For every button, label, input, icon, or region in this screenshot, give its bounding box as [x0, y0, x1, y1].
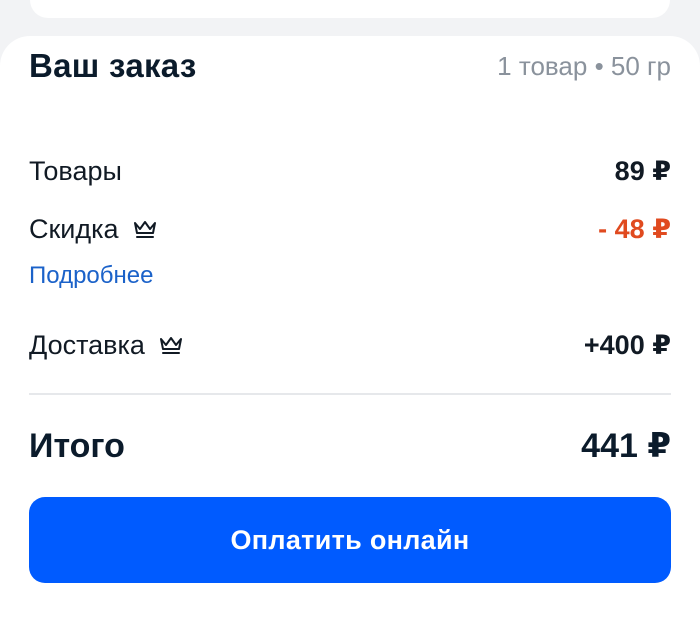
goods-value: 89 ₽ — [614, 155, 671, 186]
pay-online-button[interactable]: Оплатить онлайн — [29, 497, 671, 583]
order-items-summary: 1 товар • 50 гр — [497, 50, 671, 81]
discount-label: Скидка — [29, 214, 157, 245]
crown-icon — [133, 221, 156, 238]
delivery-value: +400 ₽ — [583, 329, 671, 360]
discount-row: Скидка - 48 ₽ — [29, 212, 671, 246]
order-header: Ваш заказ 1 товар • 50 гр — [29, 44, 671, 88]
details-link[interactable]: Подробнее — [29, 262, 153, 290]
total-value: 441 ₽ — [581, 427, 671, 465]
delivery-label: Доставка — [29, 330, 183, 361]
divider — [29, 393, 671, 395]
pay-online-label: Оплатить онлайн — [230, 524, 470, 555]
crown-icon — [159, 337, 182, 354]
goods-label: Товары — [29, 155, 122, 186]
goods-row: Товары 89 ₽ — [29, 154, 671, 188]
total-row: Итого 441 ₽ — [29, 424, 671, 468]
total-label: Итого — [29, 426, 125, 465]
order-title: Ваш заказ — [29, 47, 197, 84]
discount-value: - 48 ₽ — [598, 213, 671, 244]
delivery-row: Доставка +400 ₽ — [29, 328, 671, 362]
previous-card — [30, 0, 670, 18]
